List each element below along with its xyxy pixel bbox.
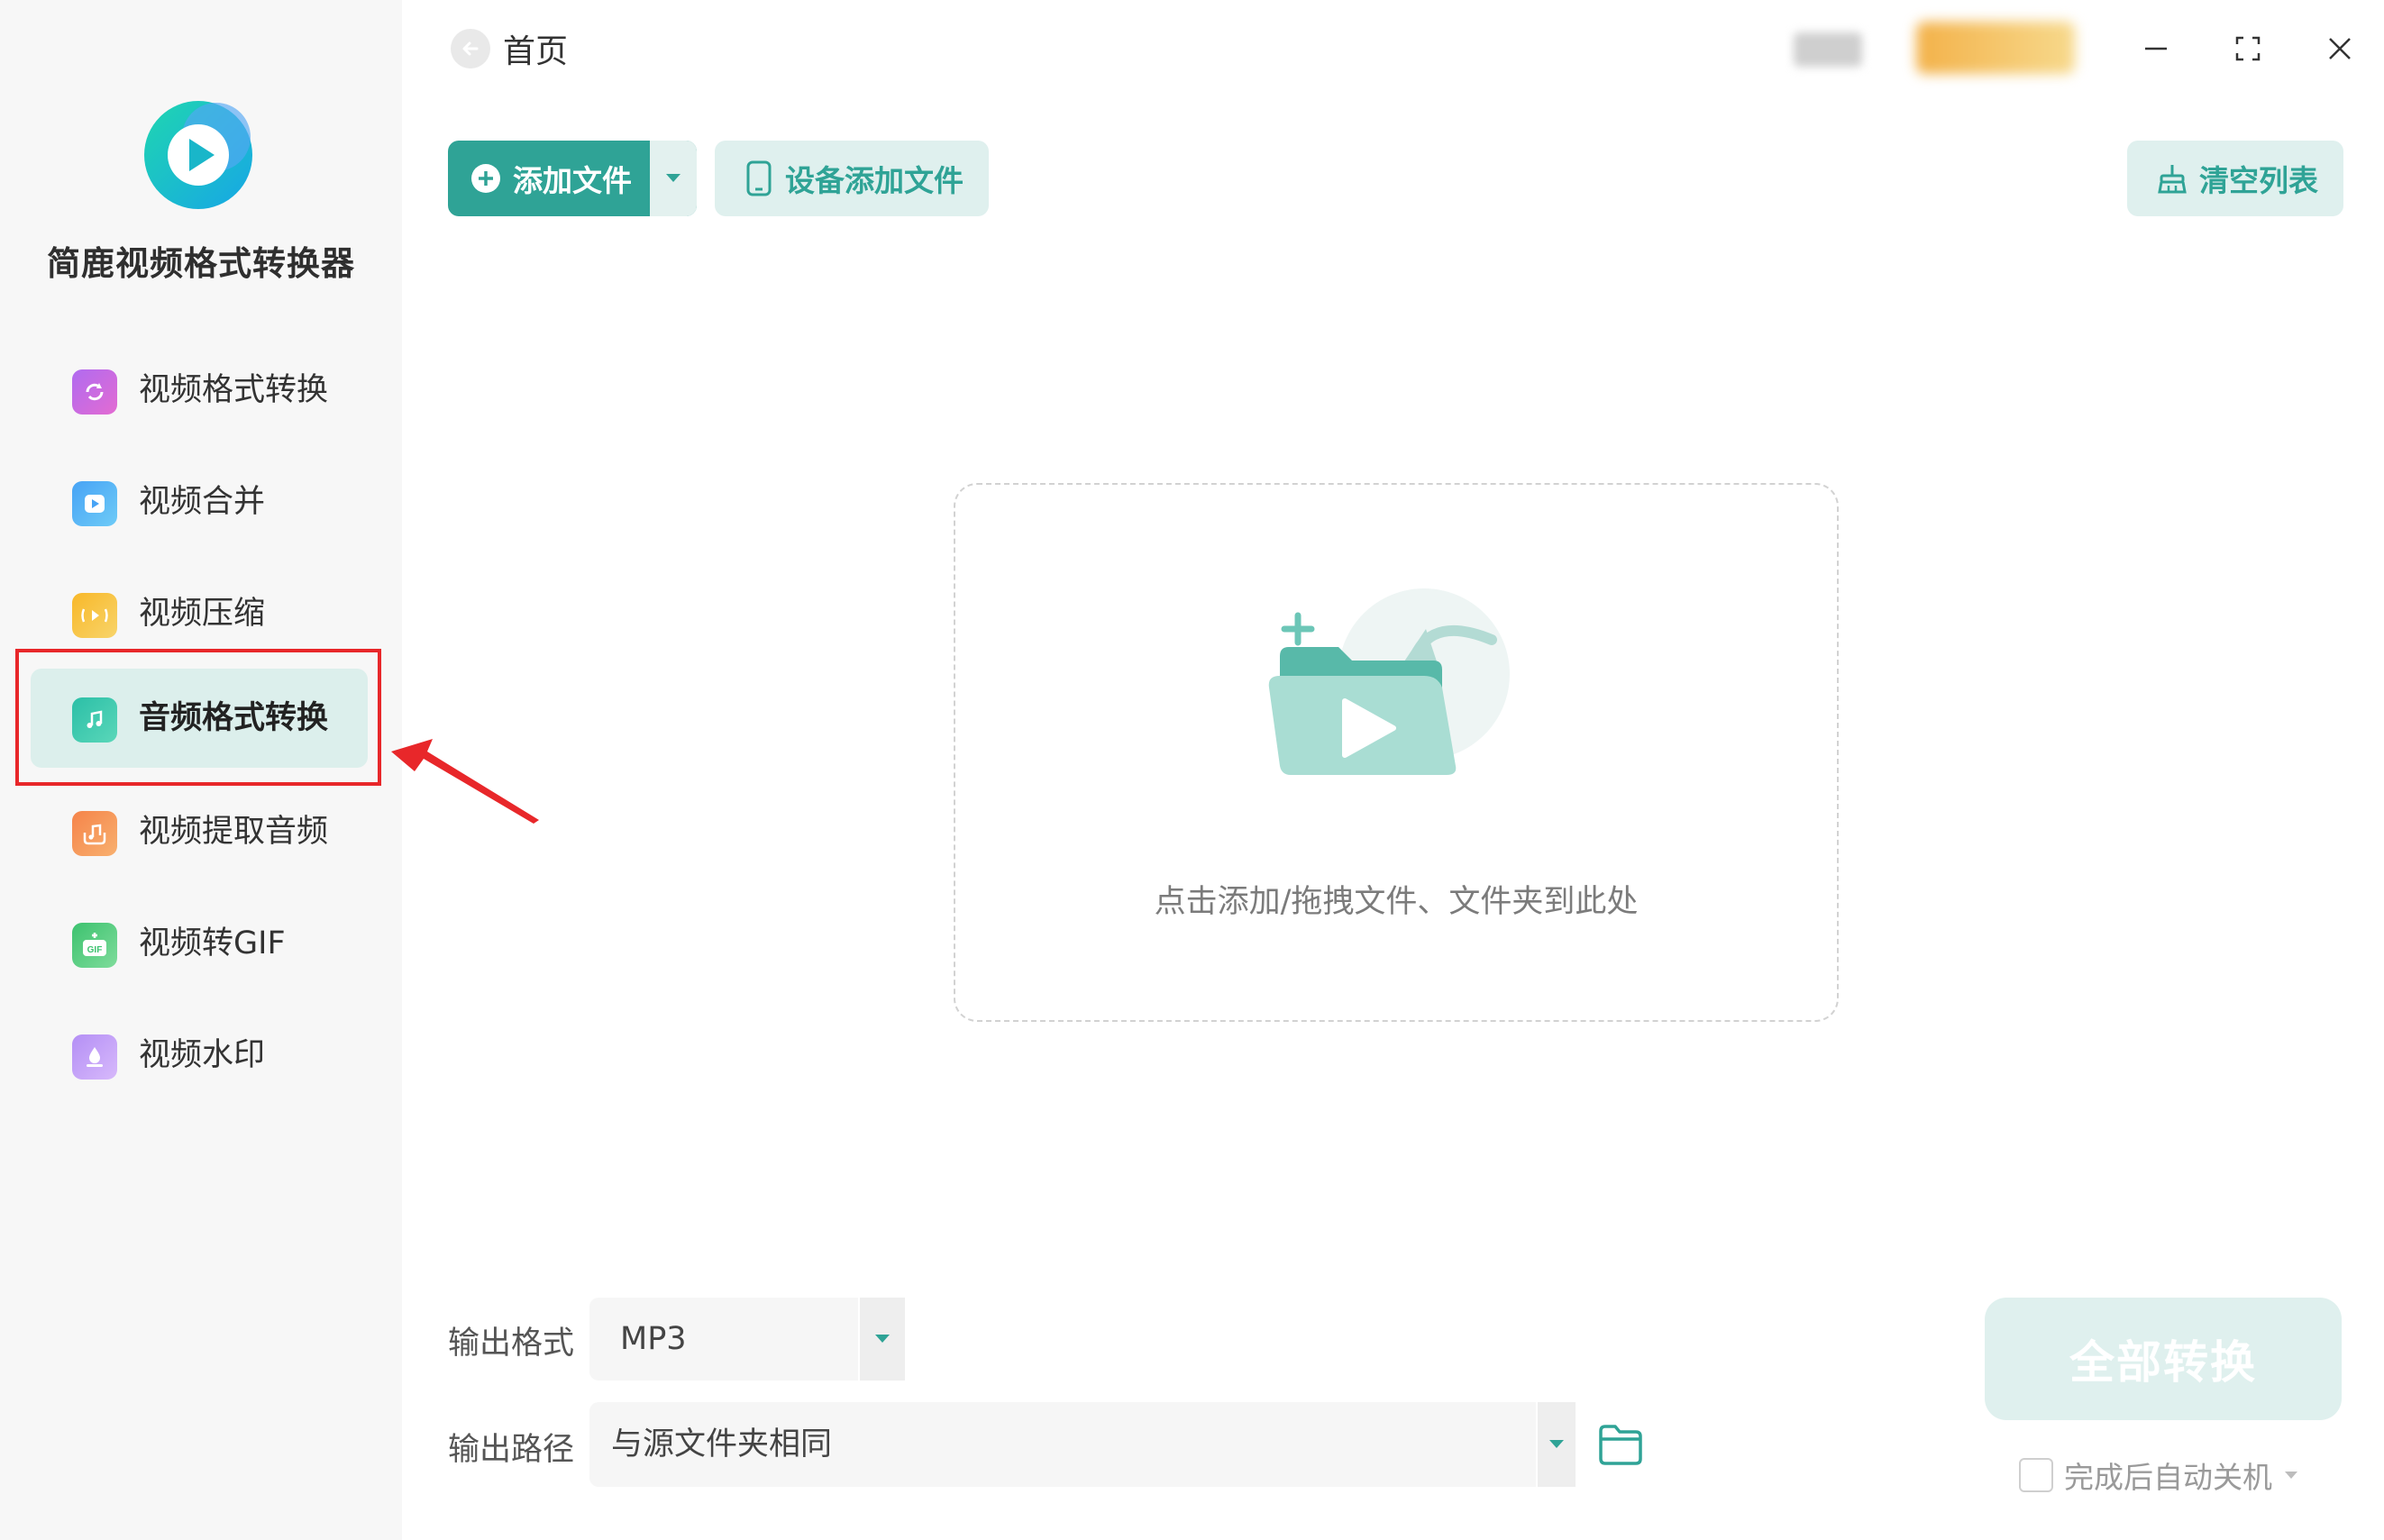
plus-circle-icon: [471, 164, 500, 193]
video-compress-icon: [72, 593, 117, 638]
folder-icon: [1599, 1425, 1642, 1465]
caret-down-icon[interactable]: [2285, 1472, 2297, 1479]
sidebar-item-label: 视频提取音频: [139, 814, 329, 850]
blurred-user-info: [1794, 32, 1862, 67]
sidebar-item-label: 视频格式转换: [139, 372, 329, 408]
sidebar-item-video-merge[interactable]: 视频合并: [31, 452, 368, 551]
video-watermark-icon: [72, 1034, 117, 1080]
chevron-down-icon: [875, 1335, 890, 1343]
sidebar-item-label: 视频转GIF: [139, 925, 286, 961]
add-file-dropdown[interactable]: [650, 141, 697, 216]
chevron-down-icon: [1549, 1440, 1564, 1448]
sidebar-item-video-to-gif[interactable]: GIF 视频转GIF: [31, 894, 368, 993]
device-add-file-label: 设备添加文件: [785, 163, 964, 198]
output-path-select[interactable]: 与源文件夹相同: [589, 1402, 1576, 1487]
add-file-button[interactable]: 添加文件: [448, 141, 697, 216]
path-dropdown-arrow[interactable]: [1536, 1402, 1576, 1487]
folder-video-illustration: [1268, 588, 1510, 775]
sidebar-item-label: 视频水印: [139, 1037, 266, 1073]
sidebar-item-label: 视频合并: [139, 484, 266, 520]
fullscreen-icon: [2235, 36, 2261, 61]
sidebar: 简鹿视频格式转换器 视频格式转换 视频合并 视频压缩 音频格式转换 视频提取音频…: [0, 0, 402, 1540]
video-to-gif-icon: GIF: [72, 923, 117, 968]
chevron-down-icon: [666, 174, 680, 182]
minimize-icon: [2145, 47, 2167, 50]
clear-list-button[interactable]: 清空列表: [2127, 141, 2343, 216]
drop-zone-hint: 点击添加/拖拽文件、文件夹到此处: [1154, 884, 1639, 920]
back-arrow-icon: [451, 29, 490, 68]
close-icon: [2329, 38, 2351, 59]
clear-list-label: 清空列表: [2199, 163, 2318, 198]
auto-shutdown-option[interactable]: 完成后自动关机: [2019, 1453, 2297, 1498]
device-add-file-button[interactable]: 设备添加文件: [715, 141, 989, 216]
svg-text:GIF: GIF: [87, 945, 103, 955]
home-label: 首页: [503, 33, 569, 70]
annotation-arrow: [391, 739, 539, 824]
convert-all-label: 全部转换: [2069, 1336, 2257, 1389]
output-format-value: MP3: [620, 1321, 687, 1357]
output-path-value: 与源文件夹相同: [611, 1426, 833, 1463]
app-logo: [141, 97, 256, 213]
output-path-label: 输出路径: [448, 1432, 575, 1468]
format-dropdown-arrow[interactable]: [858, 1298, 905, 1381]
output-format-label: 输出格式: [448, 1326, 575, 1362]
close-button[interactable]: [2315, 23, 2365, 74]
broom-icon: [2158, 165, 2187, 194]
video-convert-icon: [72, 369, 117, 415]
sidebar-item-video-convert[interactable]: 视频格式转换: [31, 341, 368, 440]
add-file-label: 添加文件: [513, 163, 632, 198]
convert-all-button[interactable]: 全部转换: [1985, 1298, 2342, 1420]
blurred-vip-badge[interactable]: [1916, 22, 2075, 74]
auto-shutdown-label: 完成后自动关机: [2064, 1460, 2272, 1495]
app-name: 简鹿视频格式转换器: [47, 244, 355, 283]
maximize-button[interactable]: [2223, 23, 2273, 74]
minimize-button[interactable]: [2131, 23, 2181, 74]
back-home-button[interactable]: 首页: [451, 27, 568, 70]
file-drop-zone[interactable]: 点击添加/拖拽文件、文件夹到此处: [954, 483, 1839, 1022]
sidebar-item-video-watermark[interactable]: 视频水印: [31, 1006, 368, 1105]
output-format-select[interactable]: MP3: [589, 1298, 905, 1381]
phone-icon: [746, 160, 772, 196]
browse-folder-button[interactable]: [1597, 1422, 1644, 1467]
sidebar-item-extract-audio[interactable]: 视频提取音频: [31, 782, 368, 881]
auto-shutdown-checkbox[interactable]: [2019, 1458, 2053, 1492]
video-merge-icon: [72, 481, 117, 526]
add-file-main[interactable]: 添加文件: [448, 141, 650, 216]
highlight-annotation-box: [15, 649, 381, 786]
extract-audio-icon: [72, 811, 117, 856]
